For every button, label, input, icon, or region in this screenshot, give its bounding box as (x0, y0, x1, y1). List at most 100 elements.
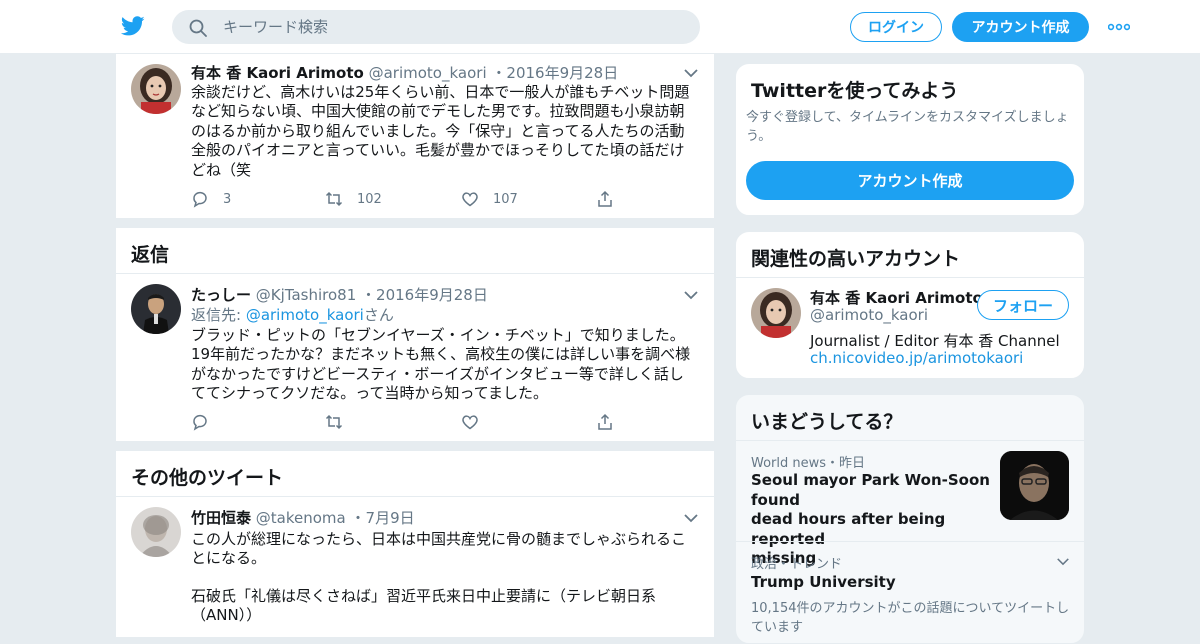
tweet-text-line: のはるか前から取り組んでいました。今「保守」と言ってる人たちの活動 (191, 121, 685, 140)
avatar[interactable] (131, 64, 181, 114)
replies-section-title: 返信 (131, 244, 170, 266)
account-handle[interactable]: @arimoto_kaori (810, 306, 928, 324)
tweet-header: 有本 香 Kaori Arimoto @arimoto_kaori ・2016年… (191, 62, 618, 83)
top-navigation-bar: ログイン アカウント作成 (0, 0, 1200, 54)
section-separator (116, 218, 714, 228)
tweet-actions (191, 412, 671, 432)
login-button[interactable]: ログイン (850, 12, 942, 42)
tweet-quoted-headline: 石破氏「礼儀は尽くさねば」習近平氏来日中止要請に（テレビ朝日系 （ANN）） (191, 587, 701, 626)
tweet-text-line: 全般のパイオニアと言っていい。毛髪が豊かでほっそりしてた頃の話だけ (191, 141, 685, 160)
trend-tweet-count: 10,154件のアカウントがこの話題についてツイートし ています (751, 599, 1071, 637)
share-icon (598, 413, 612, 430)
share-icon (598, 190, 612, 207)
retweet-button[interactable]: 102 (325, 189, 382, 209)
reply-icon (193, 191, 207, 208)
tweet-text-line: この人が総理になったら、日本は中国共産党に骨の髄までしゃぶられるこ (191, 530, 687, 548)
retweet-icon (325, 414, 343, 430)
avatar[interactable] (751, 288, 801, 338)
tweet[interactable]: たっしー @KjTashiro81 ・2016年9月28日 返信先: @arim… (116, 274, 714, 441)
tweet-header: たっしー @KjTashiro81 ・2016年9月28日 (191, 284, 488, 305)
tweet-timestamp[interactable]: ・2016年9月28日 (491, 64, 618, 82)
related-accounts-title: 関連性の高いアカウント (751, 248, 961, 270)
tweet-text-line: ブラッド・ピットの「セブンイヤーズ・イン・チベット」で知りました。 (191, 326, 685, 344)
tweet-text-line: など知らない頃、中国大使館の前でデモした男です。拉致問題も小泉訪朝 (191, 102, 685, 121)
trend-count-line: 10,154件のアカウントがこの話題についてツイートし (751, 601, 1070, 616)
trend-thumbnail[interactable] (1000, 451, 1069, 520)
reply-context: 返信先: @arimoto_kaoriさん (191, 304, 394, 325)
avatar[interactable] (131, 507, 181, 557)
heart-icon (462, 415, 478, 430)
trend-meta: 政治・トレンド (751, 557, 843, 572)
tweet-text-line: どね（笑 (191, 160, 252, 179)
tweet[interactable]: 有本 香 Kaori Arimoto @arimoto_kaori ・2016年… (116, 54, 714, 218)
subtitle-line: 今すぐ登録して、タイムラインをカスタマイズしましょ (746, 110, 1069, 125)
user-handle[interactable]: @KjTashiro81 (256, 286, 356, 304)
more-tweets-section-title: その他のツイート (131, 467, 284, 489)
search-icon (189, 19, 207, 37)
tweet-actions: 3 102 107 (191, 189, 671, 209)
chevron-down-icon[interactable] (1056, 557, 1070, 566)
reply-button[interactable]: 3 (191, 189, 231, 209)
trends-title: いまどうしてる？ (751, 411, 903, 433)
twitter-bird-logo-icon[interactable] (120, 14, 146, 38)
account-bio: Journalist / Editor 有本 香 Channel (810, 332, 1060, 350)
related-accounts-card: 関連性の高いアカウント 有本 香 Kaori Arimoto @arimoto_… (735, 231, 1085, 379)
display-name[interactable]: 竹田恒泰 (191, 509, 251, 527)
account-link[interactable]: ch.nicovideo.jp/arimotokaori (810, 349, 1023, 367)
section-separator (116, 441, 714, 451)
avatar[interactable] (131, 284, 181, 334)
reply-suffix: さん (363, 306, 394, 324)
tweet-text-line: とになる。 (191, 549, 267, 568)
trends-card: いまどうしてる？ World news・昨日 Seoul mayor Park … (735, 394, 1085, 644)
heart-icon (462, 192, 478, 207)
reply-count: 3 (223, 191, 232, 207)
tweet-text: この人が総理になったら、日本は中国共産党に骨の髄までしゃぶられるこ とになる。 (191, 530, 701, 569)
trend-headline-line: Seoul mayor Park Won-Soon found (751, 471, 990, 509)
account-name[interactable]: 有本 香 Kaori Arimoto (810, 287, 983, 308)
reply-to-handle-link[interactable]: @arimoto_kaori (246, 306, 364, 324)
signup-card-subtitle: 今すぐ登録して、タイムラインをカスタマイズしましょ う。 (746, 108, 1076, 146)
share-button[interactable] (596, 412, 628, 432)
trend-item[interactable]: World news・昨日 Seoul mayor Park Won-Soon … (736, 441, 1084, 567)
more-options-icon[interactable] (1108, 20, 1130, 34)
retweet-count: 102 (357, 191, 382, 207)
reply-icon (193, 414, 207, 431)
tweet-header: 竹田恒泰 @takenoma ・7月9日 (191, 507, 415, 528)
search-input[interactable] (223, 11, 683, 43)
tweet-text-line: 余談だけど、高木けいは25年くらい前、日本で一般人が誰もチベット問題 (191, 83, 690, 101)
signup-card: Twitterを使ってみよう 今すぐ登録して、タイムラインをカスタマイズしましょ… (735, 63, 1085, 216)
share-button[interactable] (596, 189, 628, 209)
trend-item[interactable]: 政治・トレンド Trump University 10,154件のアカウントがこ… (736, 542, 1084, 642)
tweet-timestamp[interactable]: ・2016年9月28日 (361, 286, 488, 304)
tweet-text-line: 石破氏「礼儀は尽くさねば」習近平氏来日中止要請に（テレビ朝日系 (191, 587, 657, 605)
tweet-text: 余談だけど、高木けいは25年くらい前、日本で一般人が誰もチベット問題 など知らな… (191, 83, 701, 180)
reply-button[interactable] (191, 412, 223, 432)
retweet-icon (325, 191, 343, 207)
like-button[interactable]: 107 (461, 189, 518, 209)
trend-title[interactable]: Trump University (751, 573, 896, 593)
like-count: 107 (493, 191, 518, 207)
user-handle[interactable]: @arimoto_kaori (369, 64, 487, 82)
signup-card-title: Twitterを使ってみよう (751, 80, 959, 102)
create-account-button[interactable]: アカウント作成 (746, 161, 1074, 200)
reply-prefix: 返信先: (191, 306, 246, 324)
display-name[interactable]: たっしー (191, 286, 251, 304)
trend-count-line: ています (751, 620, 804, 635)
follow-button[interactable]: フォロー (977, 290, 1069, 320)
display-name[interactable]: 有本 香 Kaori Arimoto (191, 64, 364, 82)
chevron-down-icon[interactable] (683, 290, 699, 300)
divider (736, 277, 1084, 278)
tweet-timestamp[interactable]: ・7月9日 (351, 509, 415, 527)
chevron-down-icon[interactable] (683, 513, 699, 523)
tweet[interactable]: 竹田恒泰 @takenoma ・7月9日 この人が総理になったら、日本は中国共産… (116, 497, 714, 637)
search-box[interactable] (172, 10, 700, 44)
subtitle-line: う。 (746, 129, 772, 144)
tweet-text-line: （ANN）） (191, 606, 262, 625)
user-handle[interactable]: @takenoma (256, 509, 346, 527)
tweet-text-line: 19年前だったかな？まだネットも無く、高校生の僕には詳しい事を調べ様 (191, 345, 691, 364)
signup-button[interactable]: アカウント作成 (952, 12, 1089, 42)
tweet-text: ブラッド・ピットの「セブンイヤーズ・イン・チベット」で知りました。 19年前だっ… (191, 326, 701, 404)
like-button[interactable] (461, 412, 493, 432)
chevron-down-icon[interactable] (683, 68, 699, 78)
retweet-button[interactable] (325, 412, 357, 432)
